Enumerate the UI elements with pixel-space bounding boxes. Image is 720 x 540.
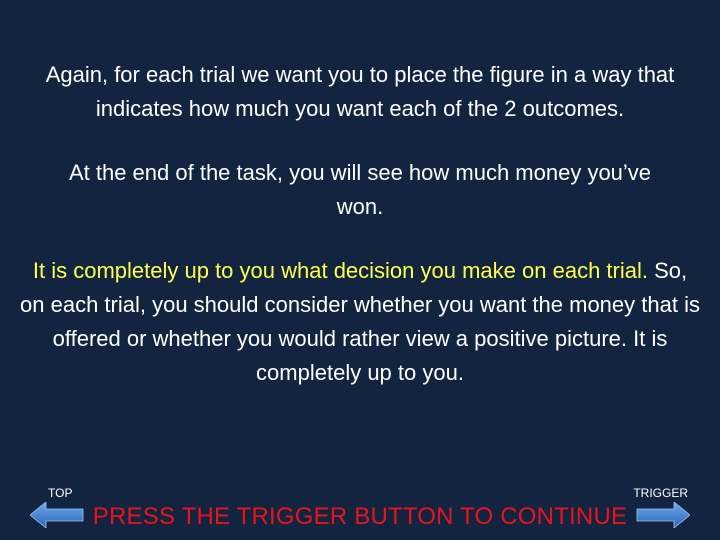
instructions-panel: Again, for each trial we want you to pla… [0,58,720,420]
continue-prompt: PRESS THE TRIGGER BUTTON TO CONTINUE [92,503,628,530]
instruction-paragraph-1: Again, for each trial we want you to pla… [45,62,675,121]
instruction-paragraph-2: At the end of the task, you will see how… [68,160,652,219]
instruction-paragraph-3: It is completely up to you what decision… [0,254,720,390]
top-label: TOP [48,486,73,500]
highlighted-instruction: It is completely up to you what decision… [32,258,648,283]
trigger-label: TRIGGER [633,486,688,500]
